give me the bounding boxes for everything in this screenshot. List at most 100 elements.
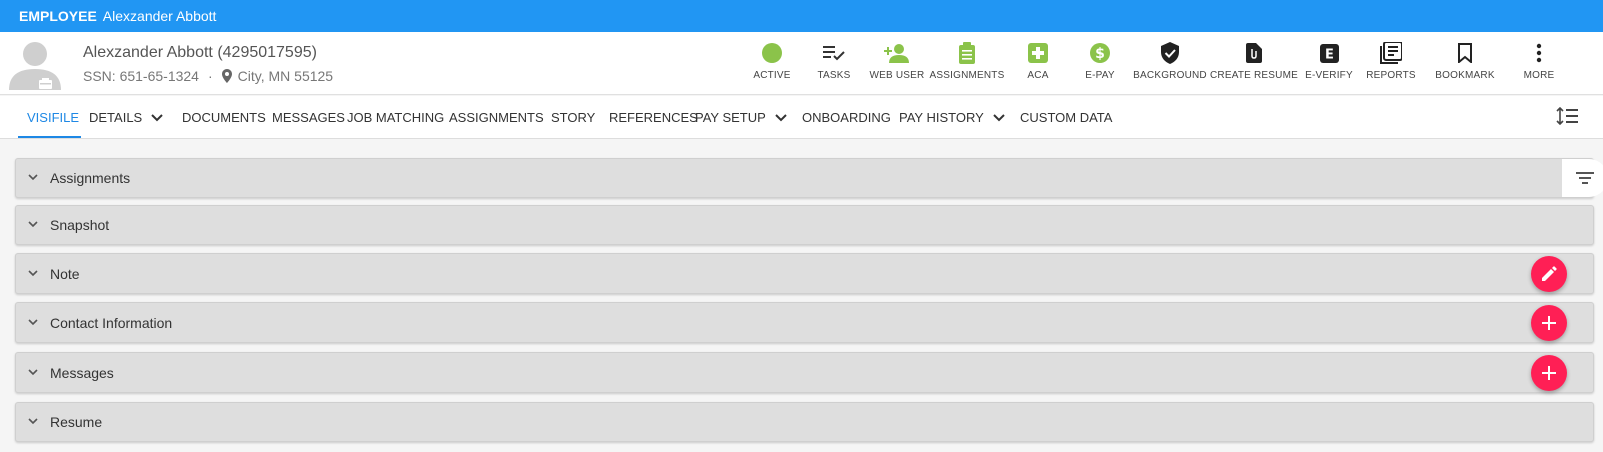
plus-icon [1542, 316, 1556, 330]
tab-details[interactable]: DETAILS [89, 96, 163, 139]
panel-snapshot[interactable]: Snapshot [15, 205, 1594, 245]
more-button[interactable]: MORE [1499, 40, 1579, 81]
bookmark-button[interactable]: BOOKMARK [1425, 40, 1505, 81]
panel-contact-information[interactable]: Contact Information [15, 302, 1594, 343]
record-name-label: Alexzander Abbott [102, 8, 217, 24]
action-label: BOOKMARK [1435, 70, 1495, 81]
density-toggle-icon[interactable] [1556, 106, 1578, 130]
tab-label: VISIFILE [27, 110, 80, 125]
chevron-down-icon [775, 113, 787, 122]
tab-label: MESSAGES [272, 110, 345, 125]
library-books-icon [1380, 40, 1402, 66]
panel-note[interactable]: Note [15, 253, 1594, 294]
e-pay-button[interactable]: $ E-PAY [1060, 40, 1140, 81]
clipboard-icon [959, 40, 975, 66]
tab-label: DETAILS [89, 110, 143, 125]
tab-label: PAY SETUP [695, 110, 766, 125]
tab-documents[interactable]: DOCUMENTS [182, 96, 266, 139]
svg-text:E: E [1325, 47, 1334, 62]
chevron-down-icon [151, 113, 163, 122]
action-label: ASSIGNMENTS [929, 70, 1005, 81]
record-type-label: EMPLOYEE [19, 8, 97, 24]
title-bar: EMPLOYEE Alexzander Abbott [0, 0, 1603, 32]
shield-check-icon [1161, 40, 1179, 66]
tab-story[interactable]: STORY [551, 96, 595, 139]
panel-title: Resume [50, 414, 103, 430]
tab-assignments[interactable]: ASSIGNMENTS [449, 96, 544, 139]
tab-job-matching[interactable]: JOB MATCHING [347, 96, 444, 139]
tab-label: ASSIGNMENTS [449, 110, 544, 125]
action-label: BACKGROUND [1133, 70, 1207, 81]
panel-title: Messages [50, 364, 114, 381]
tab-label: REFERENCES [609, 110, 698, 125]
tab-bar: VISIFILE DETAILS DOCUMENTS MESSAGES JOB … [0, 96, 1603, 139]
web-user-button[interactable]: WEB USER [857, 40, 937, 81]
employee-name: Alexzander Abbott (4295017595) [83, 44, 317, 61]
panel-assignments[interactable]: Assignments [15, 158, 1603, 198]
tab-visifile[interactable]: VISIFILE [27, 96, 79, 139]
expand-chevron-icon [28, 368, 38, 376]
tab-label: PAY HISTORY [899, 110, 984, 125]
panel-title: Note [50, 265, 80, 282]
action-label: MORE [1523, 70, 1555, 81]
tab-custom-data[interactable]: CUSTOM DATA [1020, 96, 1112, 139]
panel-title: Contact Information [50, 314, 173, 331]
tab-pay-history[interactable]: PAY HISTORY [899, 96, 1005, 139]
dollar-circle-icon: $ [1089, 40, 1111, 66]
svg-text:$: $ [1095, 46, 1105, 62]
action-label: WEB USER [869, 70, 925, 81]
meta-separator: · [207, 68, 213, 84]
reports-button[interactable]: REPORTS [1351, 40, 1431, 81]
expand-chevron-icon [28, 221, 38, 228]
panel-messages[interactable]: Messages [15, 352, 1594, 393]
location-pin-icon [221, 69, 232, 83]
status-circle-icon [761, 40, 783, 66]
filter-icon[interactable] [1562, 159, 1603, 197]
expand-chevron-icon [28, 318, 38, 326]
bookmark-icon [1458, 40, 1472, 66]
tab-label: STORY [551, 110, 596, 125]
avatar[interactable] [8, 40, 62, 90]
employee-header: Alexzander Abbott (4295017595) SSN: 651-… [0, 32, 1603, 95]
ssn-text: SSN: 651-65-1324 [83, 68, 199, 84]
e-verify-icon: E [1319, 40, 1339, 66]
more-vertical-icon [1536, 40, 1542, 66]
person-add-icon [884, 40, 910, 66]
tab-label: JOB MATCHING [347, 110, 445, 125]
panel-resume[interactable]: Resume [15, 402, 1594, 442]
tab-label: DOCUMENTS [182, 110, 266, 125]
panel-title: Assignments [50, 170, 131, 186]
action-label: E-VERIFY [1305, 70, 1353, 81]
expand-chevron-icon [28, 174, 38, 181]
file-attach-icon [1246, 40, 1262, 66]
action-label: TASKS [817, 70, 851, 81]
background-button[interactable]: BACKGROUND [1130, 40, 1210, 81]
tab-messages[interactable]: MESSAGES [272, 96, 345, 139]
action-label: ACTIVE [753, 70, 791, 81]
add-contact-button[interactable] [1531, 305, 1567, 341]
action-label: CREATE RESUME [1210, 70, 1298, 81]
tab-pay-setup[interactable]: PAY SETUP [695, 96, 787, 139]
person-placeholder-icon [9, 42, 61, 90]
location-text: City, MN 55125 [237, 68, 334, 84]
panel-title: Snapshot [50, 217, 110, 233]
action-label: REPORTS [1366, 70, 1416, 81]
playlist-check-icon [823, 40, 845, 66]
tab-label: ONBOARDING [802, 110, 891, 125]
medical-plus-icon [1028, 40, 1048, 66]
expand-chevron-icon [28, 269, 38, 277]
active-tab-indicator [18, 136, 81, 138]
tab-references[interactable]: REFERENCES [609, 96, 698, 139]
tab-onboarding[interactable]: ONBOARDING [802, 96, 891, 139]
chevron-down-icon [993, 113, 1005, 122]
plus-icon [1542, 366, 1556, 380]
pencil-icon [1541, 266, 1557, 282]
employee-meta: SSN: 651-65-1324 · City, MN 55125 [83, 68, 333, 84]
expand-chevron-icon [28, 418, 38, 425]
add-message-button[interactable] [1531, 355, 1567, 391]
action-label: E-PAY [1085, 70, 1115, 81]
assignments-button[interactable]: ASSIGNMENTS [927, 40, 1007, 81]
create-resume-button[interactable]: CREATE RESUME [1210, 40, 1298, 81]
action-label: ACA [1027, 70, 1049, 81]
edit-note-button[interactable] [1531, 256, 1567, 292]
